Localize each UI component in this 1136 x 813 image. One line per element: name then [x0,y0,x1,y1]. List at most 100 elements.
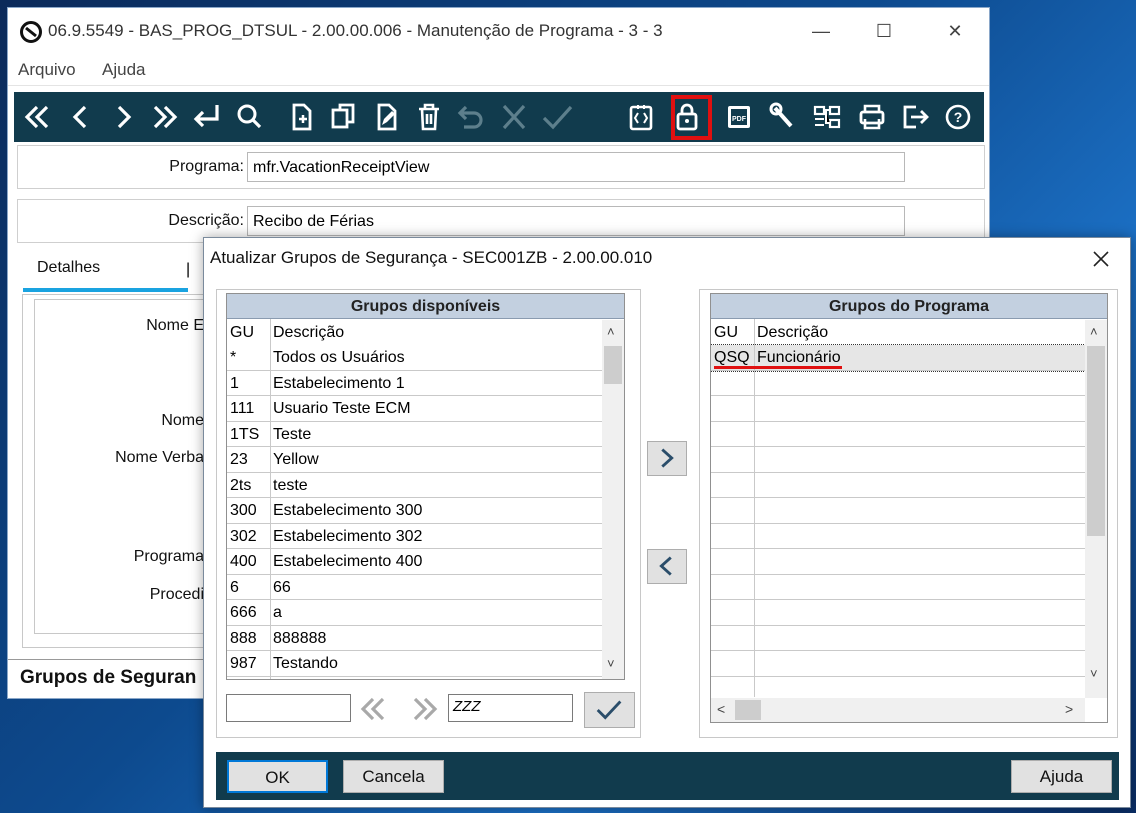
table-row[interactable] [711,626,1085,651]
dialog-title: Atualizar Grupos de Segurança - SEC001ZB… [210,248,653,267]
table-row[interactable] [711,473,1085,498]
copy-icon[interactable] [327,99,361,135]
print-icon[interactable] [855,99,889,135]
menu-ajuda[interactable]: Ajuda [102,60,145,80]
tab-partial[interactable]: | [186,261,190,279]
table-row[interactable] [711,498,1085,524]
help-button[interactable]: Ajuda [1011,760,1112,793]
tools-icon[interactable] [766,99,800,135]
table-row[interactable]: 302 Estabelecimento 302 [227,524,602,549]
cancel-button[interactable]: Cancela [343,760,444,793]
cell-gu: 111 [230,400,255,417]
table-row[interactable]: 2ts teste [227,473,602,498]
column-separator [754,319,755,697]
cell-descricao: 66 [273,578,291,596]
table-row[interactable]: 1 Estabelecimento 1 [227,371,602,396]
table-row[interactable] [711,447,1085,473]
table-row[interactable] [711,396,1085,422]
scroll-down-icon[interactable]: ˅ [607,656,615,671]
hscroll-thumb[interactable] [735,700,761,720]
filter-first-icon[interactable] [356,693,390,725]
col-gu: GU [714,324,738,341]
table-row[interactable] [711,651,1085,677]
scroll-right-icon[interactable]: > [1065,701,1073,717]
goto-icon[interactable] [189,99,223,135]
title-bar: 06.9.5549 - BAS_PROG_DTSUL - 2.00.00.006… [8,8,989,54]
table-row[interactable]: 1TS Teste [227,422,602,447]
first-icon[interactable] [20,99,54,135]
descricao-field[interactable]: Recibo de Férias [247,206,905,236]
pdf-icon[interactable]: PDF [722,99,756,135]
remove-group-button[interactable] [647,549,687,584]
table-row[interactable] [711,600,1085,626]
col-descricao: Descrição [273,324,345,341]
table-row[interactable]: 300 Estabelecimento 300 [227,498,602,524]
embed-icon[interactable] [624,99,658,135]
delete-icon[interactable] [412,99,446,135]
table-row[interactable]: 888 888888 [227,626,602,651]
tree-icon[interactable] [810,99,844,135]
edit-icon[interactable] [370,99,404,135]
menu-arquivo[interactable]: Arquivo [18,60,76,80]
confirm-icon [540,99,574,135]
table-row[interactable] [711,371,1085,396]
minimize-button[interactable]: — [798,16,844,46]
table-row[interactable]: 400 Estabelecimento 400 [227,549,602,575]
ok-button[interactable]: OK [227,760,328,793]
available-scrollbar[interactable]: ˄ ˅ [602,320,624,679]
filter-from-input[interactable] [226,694,351,722]
table-row[interactable] [711,575,1085,600]
cell-descricao: Usuario Teste ECM [273,400,411,417]
program-groups-header: Grupos do Programa [711,294,1107,319]
cell-gu: 400 [230,553,257,570]
col-gu: GU [230,324,254,341]
cell-descricao: Testando [273,655,338,672]
close-button[interactable]: ✕ [932,16,978,46]
col-descricao: Descrição [757,324,829,341]
filter-last-icon[interactable] [408,693,442,725]
cell-gu: * [230,349,237,366]
search-icon[interactable] [232,99,266,135]
table-row[interactable] [711,549,1085,575]
scroll-left-icon[interactable]: < [717,701,725,717]
table-row[interactable]: 666 a [227,600,602,626]
available-column-headers: GU Descrição [227,320,602,346]
tab-detalhes[interactable]: Detalhes [23,259,188,290]
cell-descricao: Todos os Usuários [273,349,405,366]
prev-icon[interactable] [64,99,98,135]
scroll-up-icon[interactable]: ˄ [607,324,615,339]
program-scrollbar[interactable]: ˄ ˅ [1085,320,1107,698]
cell-descricao: teste [273,476,308,494]
program-hscrollbar[interactable]: < > [711,698,1085,722]
exit-icon[interactable] [898,99,932,135]
undo-icon [454,99,488,135]
maximize-button[interactable]: ☐ [861,16,907,46]
scroll-up-icon[interactable]: ˄ [1090,324,1098,339]
new-icon[interactable] [285,99,319,135]
next-icon[interactable] [106,99,140,135]
table-row[interactable]: * Todos os Usuários [227,345,602,371]
cell-gu: 1 [230,374,239,392]
scroll-thumb[interactable] [1087,346,1105,536]
table-row[interactable] [711,524,1085,549]
program-groups-list[interactable]: Grupos do Programa GU Descrição QSQ Funci… [710,293,1108,723]
dialog-close-icon[interactable] [1086,244,1116,274]
table-row[interactable]: 23 Yellow [227,447,602,473]
table-row[interactable]: 6 66 [227,575,602,600]
filter-to-input[interactable]: ZZZ [448,694,573,722]
programa-field[interactable]: mfr.VacationReceiptView [247,152,905,182]
filter-apply-button[interactable] [584,692,635,728]
help-icon[interactable]: ? [941,99,975,135]
available-groups-list[interactable]: Grupos disponíveis GU Descrição * Todos o… [226,293,625,680]
table-row[interactable]: 111 Usuario Teste ECM [227,396,602,422]
scroll-down-icon[interactable]: ˅ [1090,666,1098,681]
cell-descricao: Yellow [273,451,319,468]
add-group-button[interactable] [647,441,687,476]
last-icon[interactable] [148,99,182,135]
scroll-thumb[interactable] [604,346,622,384]
table-row[interactable]: 987 Testando [227,651,602,677]
cell-descricao: Estabelecimento 1 [273,374,405,392]
table-row[interactable] [711,422,1085,447]
app-icon [20,21,42,43]
program-column-headers: GU Descrição [711,320,1084,346]
